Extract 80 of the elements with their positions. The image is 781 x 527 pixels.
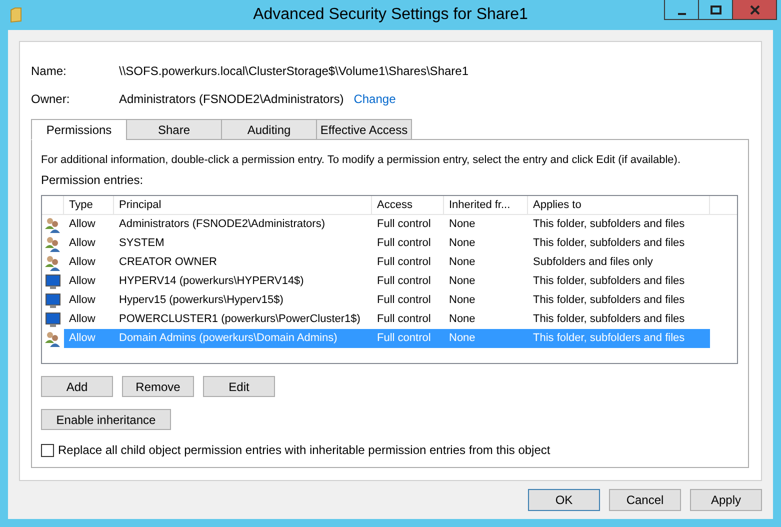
table-cell-text: Full control [376,236,432,251]
table-cell-text: None [448,217,476,232]
monitor-icon [45,292,61,308]
tab[interactable]: Effective Access [316,119,412,140]
field-label: Name: [31,64,68,78]
column-header[interactable]: Applies to [528,196,710,215]
dialog-button[interactable]: Cancel [609,489,681,511]
checkbox-label: Replace all child object permission entries with inheritable permission entries from this object [58,443,550,457]
users-icon [45,254,61,270]
column-header[interactable]: Inherited fr... [444,196,528,215]
table-cell: This folder, subfolders and files [528,329,710,348]
table-cell-text: Allow [68,293,96,308]
table-cell-text: Allow [68,274,96,289]
permission-row[interactable]: Allow SYSTEM Full control None This folder, subfolders and files [42,234,737,253]
field-value: Administrators (FSNODE2\Administrators) [119,92,344,106]
maximize-icon [710,4,722,14]
minimize-button[interactable] [664,0,699,20]
close-icon [750,4,760,14]
table-cell-text: Allow [68,217,96,232]
permission-row[interactable]: Allow POWERCLUSTER1 (powerkurs\PowerCluster1$) Full control None This folder, subfolders and files [42,310,737,329]
action-button[interactable]: Edit [203,376,275,397]
enable-inheritance-button[interactable]: Enable inheritance [41,409,171,430]
permission-row[interactable]: Allow Hyperv15 (powerkurs\Hyperv15$) Full control None This folder, subfolders and files [42,291,737,310]
table-cell-text: Full control [376,217,432,232]
window-title: Advanced Security Settings for Share1 [253,6,528,24]
permission-row[interactable]: Allow HYPERV14 (powerkurs\HYPERV14$) Full control None This folder, subfolders and files [42,272,737,291]
minimize-icon [678,12,686,14]
info-text: For additional information, double-click a permission entry. To modify a permission entry, select the entry and click Edit (if available). [41,154,682,166]
dialog-button[interactable]: Apply [690,489,762,511]
table-cell-text: Full control [376,255,432,270]
tab[interactable]: Permissions [31,119,127,140]
table-cell-text: Subfolders and files only [532,255,654,270]
table-cell-text: POWERCLUSTER1 (powerkurs\PowerCluster1$) [118,312,362,327]
field-label: Owner: [31,92,71,106]
table-cell-text: Full control [376,293,432,308]
users-icon [45,330,61,346]
change-link[interactable]: Change [354,92,396,106]
table-cell-text: Hyperv15 (powerkurs\Hyperv15$) [118,293,284,308]
table-cell-text: None [448,236,476,251]
table-cell: Allow [64,329,114,348]
folder-icon [10,7,22,23]
table-cell-text: SYSTEM [118,236,166,251]
permission-row[interactable]: Allow CREATOR OWNER Full control None Subfolders and files only [42,253,737,272]
close-button[interactable] [732,0,777,20]
users-icon [45,236,61,252]
table-cell-text: None [448,274,476,289]
table-cell-text: Full control [376,312,432,327]
table-cell-text: This folder, subfolders and files [532,217,686,232]
field-value: \\SOFS.powerkurs.local\ClusterStorage$\Volume1\Shares\Share1 [119,64,469,78]
table-cell-text: This folder, subfolders and files [532,312,686,327]
table-cell-text: This folder, subfolders and files [532,293,686,308]
section-label: Permission entries: [41,173,144,187]
table-cell: Domain Admins (powerkurs\Domain Admins) [114,329,372,348]
action-button[interactable]: Add [41,376,113,397]
action-button[interactable]: Remove [122,376,194,397]
table-cell-text: HYPERV14 (powerkurs\HYPERV14$) [118,274,305,289]
table-cell-text: Allow [68,312,96,327]
table-cell-text: None [448,312,476,327]
tab[interactable]: Share [126,119,222,140]
monitor-icon [45,312,61,328]
table-cell: None [444,329,528,348]
permission-row[interactable]: Allow Administrators (FSNODE2\Administrators) Full control None This folder, subfolders and files [42,215,737,234]
table-cell-text: This folder, subfolders and files [532,274,686,289]
table-cell-text: None [448,293,476,308]
tab[interactable]: Auditing [221,119,317,140]
table-cell-text: None [448,255,476,270]
users-icon [45,216,61,232]
table-cell: Full control [372,329,444,348]
table-cell-text: This folder, subfolders and files [532,236,686,251]
table-cell-text: CREATOR OWNER [118,255,218,270]
monitor-icon [45,274,61,290]
table-cell-text: Administrators (FSNODE2\Administrators) [118,217,326,232]
column-header[interactable]: Principal [114,196,372,215]
column-header[interactable]: Access [372,196,444,215]
dialog-button[interactable]: OK [528,489,600,511]
column-header[interactable]: Type [64,196,114,215]
table-cell-text: Full control [376,274,432,289]
table-cell-text: Allow [68,236,96,251]
table-cell-text: Allow [68,255,96,270]
checkbox[interactable] [41,444,54,456]
